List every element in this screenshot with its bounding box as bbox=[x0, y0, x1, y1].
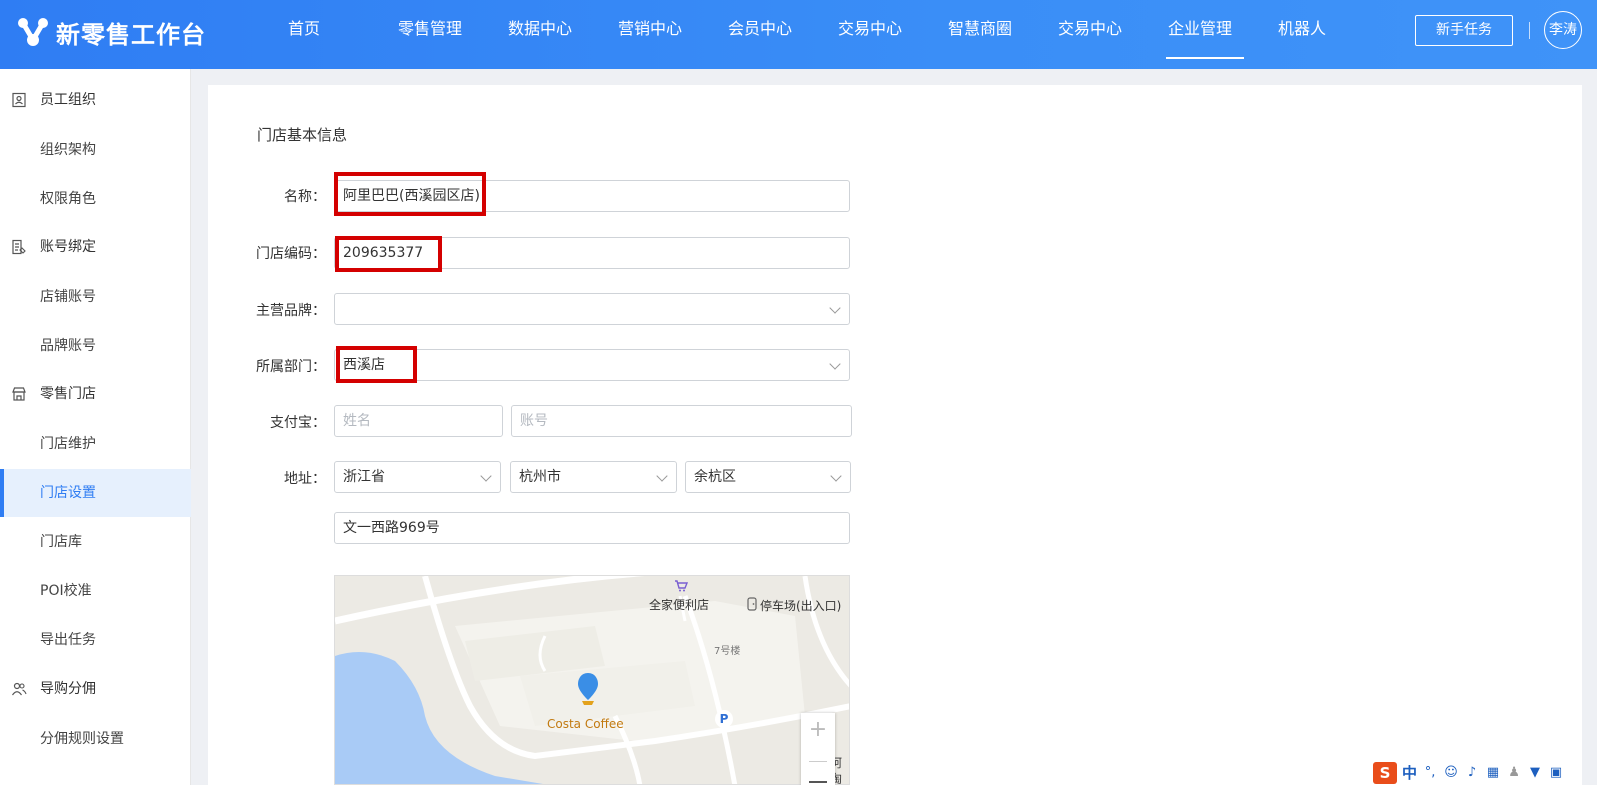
sidebar-item-poi-calibration[interactable]: POI校准 bbox=[0, 567, 191, 615]
sidebar: 员工组织 组织架构 权限角色 账号绑定 店铺账号 品牌账号 零售门店 门店维护 … bbox=[0, 69, 191, 785]
store-code-label: 门店编码： bbox=[256, 246, 326, 262]
nav-home[interactable]: 首页 bbox=[276, 0, 386, 69]
nav-trade-center-2[interactable]: 交易中心 bbox=[1046, 0, 1156, 69]
sidebar-group-staff[interactable]: 员工组织 bbox=[0, 76, 191, 124]
header-divider bbox=[1529, 22, 1530, 39]
brand-select[interactable] bbox=[334, 293, 850, 325]
emoji-icon[interactable]: ☺ bbox=[1443, 765, 1459, 781]
toolbox-icon[interactable]: ▣ bbox=[1548, 765, 1564, 781]
users-icon bbox=[12, 682, 27, 696]
cart-icon bbox=[675, 580, 688, 592]
sidebar-item-commission-rules[interactable]: 分佣规则设置 bbox=[0, 715, 191, 763]
brand-label: 主营品牌： bbox=[256, 303, 326, 319]
sidebar-group-guide-commission[interactable]: 导购分佣 bbox=[0, 665, 191, 713]
section-title: 门店基本信息 bbox=[257, 126, 348, 144]
nav-data-center[interactable]: 数据中心 bbox=[496, 0, 606, 69]
map-label-building: 7号楼 bbox=[714, 646, 741, 657]
ime-logo-icon[interactable]: S bbox=[1373, 761, 1397, 784]
chevron-down-icon bbox=[829, 358, 841, 370]
address-label: 地址： bbox=[284, 471, 326, 487]
city-value: 杭州市 bbox=[519, 469, 561, 485]
highlight-box bbox=[335, 236, 442, 272]
name-label: 名称： bbox=[284, 189, 326, 205]
account-bind-icon bbox=[12, 239, 26, 255]
door-icon bbox=[747, 597, 757, 611]
district-value: 余杭区 bbox=[694, 469, 736, 485]
nav-enterprise-management[interactable]: 企业管理 bbox=[1156, 0, 1266, 69]
microphone-icon[interactable]: ♪ bbox=[1464, 765, 1480, 781]
sidebar-group-label: 员工组织 bbox=[40, 92, 96, 108]
user-avatar[interactable]: 李涛 bbox=[1544, 11, 1582, 49]
department-label: 所属部门： bbox=[256, 359, 326, 375]
parking-icon: P bbox=[715, 710, 733, 728]
zoom-in-button[interactable]: + bbox=[801, 713, 835, 747]
sidebar-group-label: 零售门店 bbox=[40, 386, 96, 402]
logo-icon bbox=[18, 18, 48, 46]
keyboard-icon[interactable]: ▦ bbox=[1485, 765, 1501, 781]
app-logo[interactable]: 新零售工作台 bbox=[16, 14, 206, 50]
city-select[interactable]: 杭州市 bbox=[510, 461, 677, 493]
highlight-box bbox=[334, 172, 486, 216]
sidebar-item-org-structure[interactable]: 组织架构 bbox=[0, 126, 191, 174]
province-select[interactable]: 浙江省 bbox=[334, 461, 501, 493]
app-title: 新零售工作台 bbox=[56, 20, 206, 49]
ime-toolbar: S 中 °, ☺ ♪ ▦ ♟ ▼ ▣ bbox=[1370, 760, 1580, 785]
sidebar-item-store-settings[interactable]: 门店设置 bbox=[0, 469, 191, 517]
map-pin-icon bbox=[578, 673, 598, 705]
newbie-task-button[interactable]: 新手任务 bbox=[1415, 15, 1513, 46]
nav-member-center[interactable]: 会员中心 bbox=[716, 0, 826, 69]
sidebar-group-account-binding[interactable]: 账号绑定 bbox=[0, 223, 191, 271]
sidebar-item-brand-account[interactable]: 品牌账号 bbox=[0, 322, 191, 370]
location-map[interactable]: 全家便利店 停车场(出入口) 7号楼 Costa Coffee P 阿 淘 bbox=[334, 575, 850, 785]
user-icon[interactable]: ♟ bbox=[1506, 765, 1522, 781]
zoom-divider bbox=[809, 761, 827, 762]
nav-robot[interactable]: 机器人 bbox=[1266, 0, 1376, 69]
nav-smart-district[interactable]: 智慧商圈 bbox=[936, 0, 1046, 69]
contact-card-icon bbox=[12, 92, 26, 108]
sidebar-item-store-library[interactable]: 门店库 bbox=[0, 518, 191, 566]
district-select[interactable]: 余杭区 bbox=[685, 461, 851, 493]
ime-mode-toggle[interactable]: 中 bbox=[1402, 762, 1417, 783]
chevron-down-icon bbox=[480, 470, 492, 482]
punctuation-icon[interactable]: °, bbox=[1422, 765, 1438, 781]
sidebar-group-label: 账号绑定 bbox=[40, 239, 96, 255]
nav-trade-center[interactable]: 交易中心 bbox=[826, 0, 936, 69]
sidebar-item-store-maintenance[interactable]: 门店维护 bbox=[0, 420, 191, 468]
province-value: 浙江省 bbox=[343, 469, 385, 485]
sidebar-group-retail-store[interactable]: 零售门店 bbox=[0, 370, 191, 418]
sidebar-item-shop-account[interactable]: 店铺账号 bbox=[0, 273, 191, 321]
map-label-parking: 停车场(出入口) bbox=[760, 599, 842, 613]
map-label-convenience-store: 全家便利店 bbox=[649, 598, 710, 612]
zoom-out-button[interactable] bbox=[809, 781, 827, 783]
main-nav: 首页 零售管理 数据中心 营销中心 会员中心 交易中心 智慧商圈 交易中心 企业… bbox=[276, 0, 1376, 69]
store-icon bbox=[12, 387, 26, 401]
street-address-input[interactable]: 文一西路969号 bbox=[334, 512, 850, 544]
nav-marketing-center[interactable]: 营销中心 bbox=[606, 0, 716, 69]
alipay-name-input[interactable]: 姓名 bbox=[334, 405, 503, 437]
skin-icon[interactable]: ▼ bbox=[1527, 765, 1543, 781]
chevron-down-icon bbox=[830, 470, 842, 482]
chevron-down-icon bbox=[829, 302, 841, 314]
alipay-label: 支付宝： bbox=[270, 415, 326, 431]
chevron-down-icon bbox=[656, 470, 668, 482]
highlight-box bbox=[336, 346, 417, 383]
nav-retail-management[interactable]: 零售管理 bbox=[386, 0, 496, 69]
sidebar-item-permission-roles[interactable]: 权限角色 bbox=[0, 175, 191, 223]
top-nav-bar: 新零售工作台 首页 零售管理 数据中心 营销中心 会员中心 交易中心 智慧商圈 … bbox=[0, 0, 1597, 69]
map-zoom-control: + bbox=[801, 713, 835, 785]
sidebar-item-export-tasks[interactable]: 导出任务 bbox=[0, 616, 191, 664]
map-label-poi: Costa Coffee bbox=[547, 717, 624, 731]
sidebar-group-label: 导购分佣 bbox=[40, 681, 96, 697]
alipay-account-input[interactable]: 账号 bbox=[511, 405, 852, 437]
